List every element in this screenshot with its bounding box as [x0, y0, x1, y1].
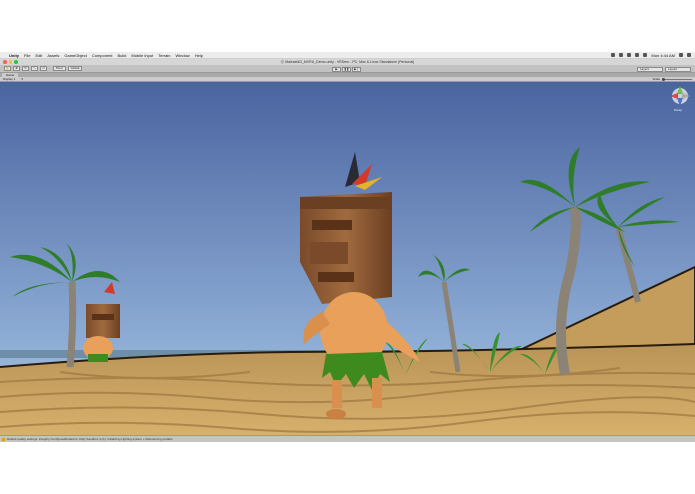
scale-tool-icon[interactable]: ⤡	[31, 66, 38, 71]
menu-file[interactable]: File	[24, 53, 30, 58]
menu-bar: Unity File Edit Assets GameObject Compon…	[0, 52, 695, 59]
display-dropdown[interactable]: Display 1	[3, 77, 15, 81]
unity-editor-window: Unity File Edit Assets GameObject Compon…	[0, 52, 695, 442]
menu-edit[interactable]: Edit	[35, 53, 42, 58]
aspect-dropdown-icon[interactable]: ▾	[21, 77, 23, 81]
list-icon[interactable]	[687, 53, 691, 57]
sync-icon[interactable]	[619, 53, 624, 57]
menu-window[interactable]: Window	[175, 53, 189, 58]
scale-slider[interactable]	[662, 77, 692, 81]
play-controls: ▶ ❚❚ ▶❘	[332, 66, 361, 72]
step-button[interactable]: ▶❘	[352, 66, 361, 72]
menu-app-name[interactable]: Unity	[9, 53, 19, 58]
notification-icon[interactable]	[627, 53, 632, 57]
menu-terrain[interactable]: Terrain	[158, 53, 170, 58]
warning-icon	[2, 438, 5, 441]
menu-clock[interactable]: Mon 4:44 AM	[651, 53, 675, 58]
window-controls	[3, 60, 18, 64]
wifi-icon[interactable]	[635, 53, 640, 57]
menu-help[interactable]: Help	[195, 53, 203, 58]
console-status-bar[interactable]: Default quality settings: Integrity Conf…	[0, 435, 695, 442]
battery-icon[interactable]	[643, 53, 648, 57]
scene-render: Persp	[0, 82, 695, 435]
scale-label: Scale	[652, 77, 660, 81]
layout-dropdown[interactable]: Layout	[665, 66, 691, 72]
scale-slider-knob[interactable]	[662, 77, 665, 81]
minimize-icon[interactable]	[8, 60, 12, 64]
pause-button[interactable]: ❚❚	[342, 66, 351, 72]
zoom-icon[interactable]	[14, 60, 18, 64]
rect-tool-icon[interactable]: ▭	[40, 66, 47, 71]
menu-build[interactable]: Build	[118, 53, 127, 58]
menu-component[interactable]: Component	[92, 53, 113, 58]
editor-toolbar: ✋ ✥ ↻ ⤡ ▭ Pivot Global ▶ ❚❚ ▶❘ Layers La…	[0, 65, 695, 73]
scale-control: Scale	[652, 77, 692, 81]
close-icon[interactable]	[3, 60, 7, 64]
search-icon[interactable]	[679, 53, 683, 57]
menu-mobile-input[interactable]: Mobile Input	[131, 53, 153, 58]
menu-gameobject[interactable]: GameObject	[64, 53, 86, 58]
status-area: Mon 4:44 AM	[611, 53, 691, 58]
layers-dropdown[interactable]: Layers	[637, 66, 663, 72]
play-button[interactable]: ▶	[332, 66, 341, 72]
toolbar-right: Layers Layout	[637, 66, 691, 72]
game-viewport[interactable]: Persp	[0, 82, 695, 435]
cloud-icon[interactable]	[611, 53, 616, 57]
move-tool-icon[interactable]: ✥	[13, 66, 20, 71]
menu-assets[interactable]: Assets	[47, 53, 59, 58]
status-message: Default quality settings: Integrity Conf…	[7, 437, 173, 441]
global-toggle[interactable]: Global	[67, 66, 83, 71]
gizmo-label: Persp	[674, 108, 682, 112]
pivot-toggle[interactable]: Pivot	[53, 66, 66, 71]
window-title: Ⓒ Maleast4D_MVRU_Demo.unity - VRDem - PC…	[280, 60, 415, 64]
rotate-tool-icon[interactable]: ↻	[22, 66, 29, 71]
hand-tool-icon[interactable]: ✋	[4, 66, 11, 71]
